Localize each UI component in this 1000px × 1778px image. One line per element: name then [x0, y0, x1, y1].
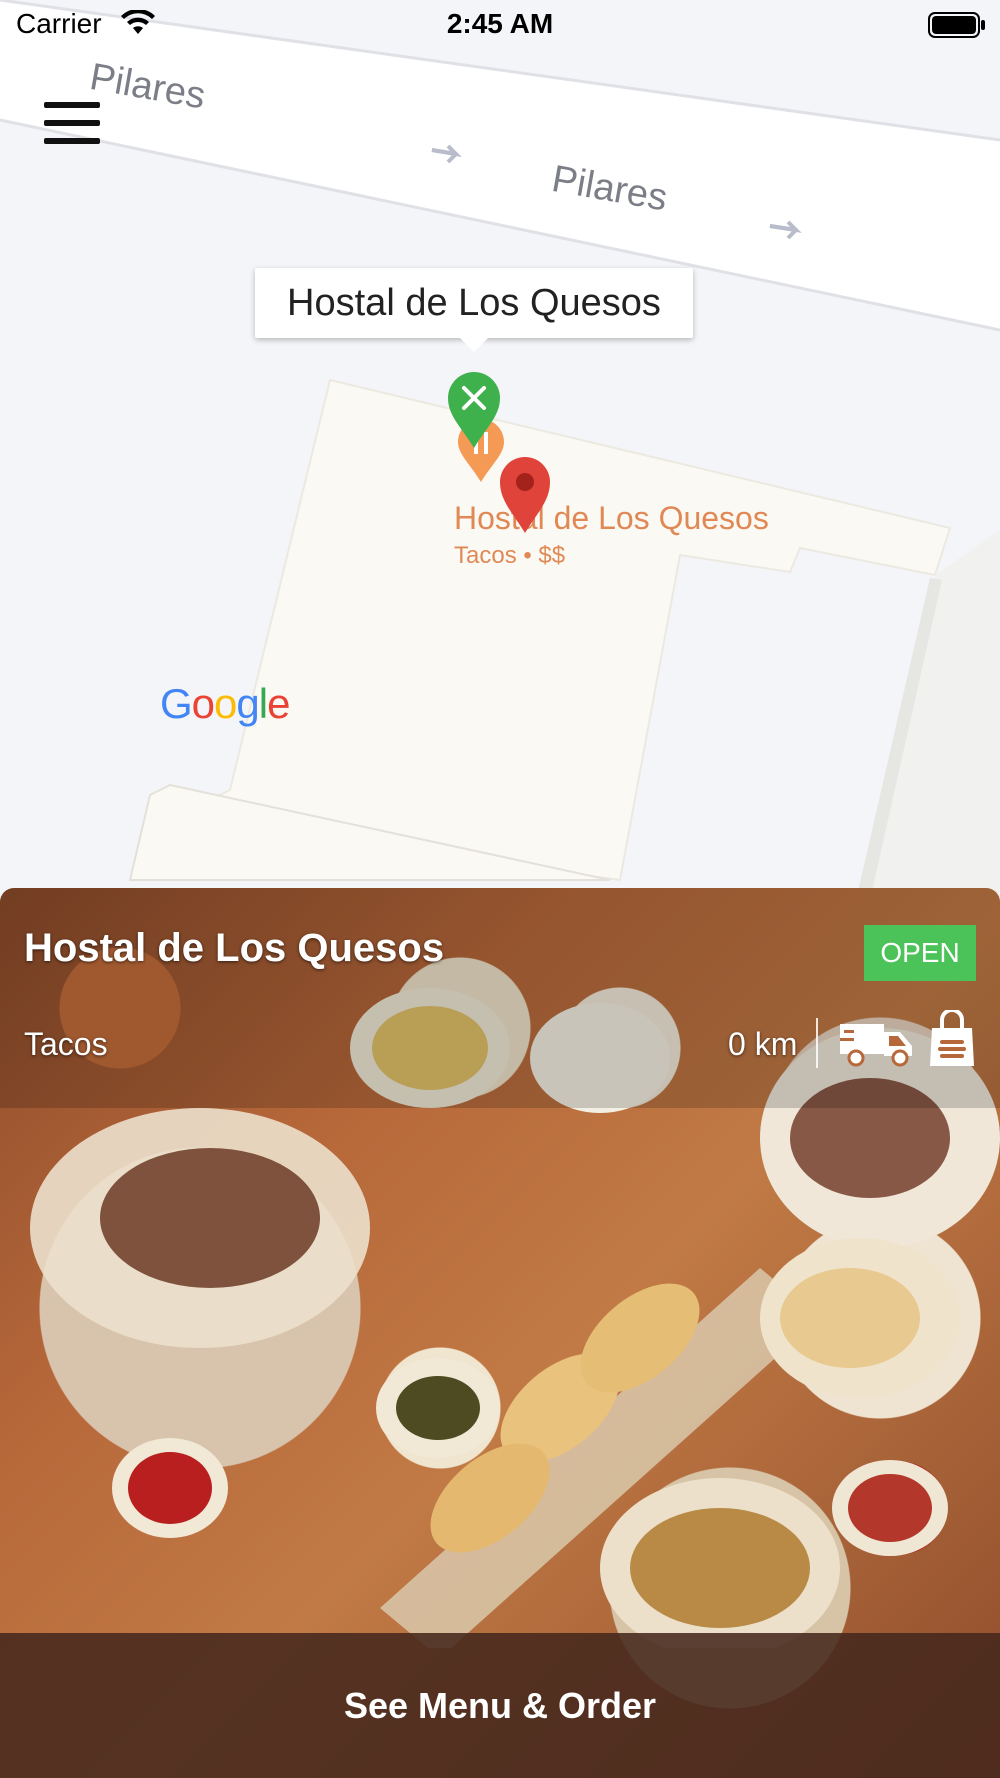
- cuisine-label: Tacos: [24, 1026, 108, 1062]
- poi-subtitle: Tacos • $$: [454, 542, 566, 569]
- restaurant-pin-icon[interactable]: [446, 370, 502, 455]
- battery-icon: [928, 12, 986, 43]
- map-view[interactable]: Pilares Pilares Hostal de Los Quesos Hos…: [0, 0, 1000, 900]
- food-photo: [0, 888, 1000, 1648]
- status-bar: Carrier 2:45 AM: [0, 0, 1000, 50]
- distance-label: 0 km: [728, 1026, 798, 1062]
- google-logo: Google: [160, 680, 290, 727]
- restaurant-name: Hostal de Los Quesos: [24, 926, 445, 970]
- map-marker-icon[interactable]: [498, 455, 552, 540]
- see-menu-order-button[interactable]: See Menu & Order: [0, 1633, 1000, 1778]
- clock: 2:45 AM: [446, 8, 554, 39]
- map-info-window[interactable]: Hostal de Los Quesos: [255, 268, 693, 352]
- divider: [816, 1018, 818, 1068]
- takeout-bag-icon: [928, 1008, 976, 1073]
- hamburger-menu-icon[interactable]: [44, 102, 100, 146]
- status-badge: OPEN: [864, 925, 976, 981]
- delivery-truck-icon: [838, 1018, 914, 1073]
